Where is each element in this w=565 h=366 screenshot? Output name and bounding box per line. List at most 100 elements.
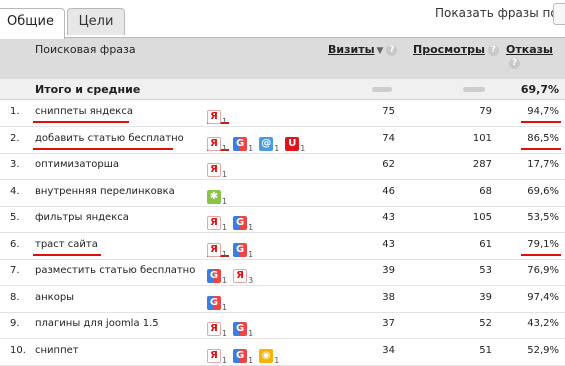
- table-row[interactable]: 5. фильтры яндекса Я 1 G 1 43 105 53,5%: [0, 206, 565, 233]
- bounce-rate-value: 79,1%: [527, 238, 559, 250]
- table-row[interactable]: 10. сниппет Я 1 G 1 ◉ 1 34 51 52,9%: [0, 339, 565, 366]
- table-row[interactable]: 8. анкоры G 1 38 39 97,4%: [0, 286, 565, 313]
- engine-count: 1: [222, 276, 228, 285]
- search-phrase[interactable]: траст сайта: [35, 239, 98, 250]
- google-icon[interactable]: G1: [233, 237, 253, 259]
- column-header-views[interactable]: Просмотры?: [413, 43, 499, 56]
- row-number: 1.: [10, 106, 20, 117]
- engine-count: 3: [248, 276, 254, 285]
- search-phrase[interactable]: сниппеты яндекса: [35, 106, 133, 117]
- tab-goals[interactable]: Цели: [67, 8, 125, 35]
- google-icon[interactable]: G1: [233, 131, 253, 153]
- rambler-glyph: @: [259, 136, 274, 151]
- views-value: 61: [479, 238, 492, 250]
- show-phrases-select[interactable]: [553, 3, 565, 25]
- table-row[interactable]: 2. добавить статью бесплатно Я 1 G 1 @1 U 1 74 101…: [0, 127, 565, 154]
- search-engine-icons: Я1 G1: [207, 210, 259, 232]
- engine-count: 1: [222, 329, 228, 338]
- search-phrase[interactable]: сниппет: [35, 345, 79, 356]
- column-header-bounces[interactable]: Отказы?: [506, 43, 565, 69]
- bounces-sort-link[interactable]: Отказы: [506, 43, 553, 56]
- table-row[interactable]: 9. плагины для joomla 1.5 Я 1 G 1 37 52 43,2%: [0, 312, 565, 339]
- yandex-glyph: Я: [207, 348, 221, 363]
- search-engine-icons: Я 1 G 1 @1 U 1: [207, 131, 311, 153]
- engine-count: 1: [300, 143, 306, 153]
- pin-icon[interactable]: ◉ 1: [259, 343, 279, 365]
- visits-value: 43: [382, 238, 395, 250]
- search-phrase[interactable]: фильтры яндекса: [35, 212, 129, 223]
- red-underline-annotation: [521, 253, 561, 256]
- engine-count: 1: [222, 143, 228, 153]
- bounce-rate-value: 94,7%: [527, 106, 559, 117]
- engine-count: 1: [222, 196, 228, 206]
- yandex-icon[interactable]: Я1: [207, 237, 227, 259]
- yandex-glyph: Я: [207, 110, 221, 124]
- tab-general[interactable]: Общие: [0, 8, 65, 39]
- google-icon[interactable]: G1: [233, 210, 253, 232]
- google-glyph: G: [233, 242, 248, 257]
- search-engine-icons: ✱ 1: [207, 184, 233, 206]
- table-row[interactable]: 4. внутренняя перелинковка ✱ 1 46 68 69,6%: [0, 180, 565, 207]
- yandex-icon[interactable]: Я1: [207, 210, 227, 232]
- engine-count: 1: [222, 170, 228, 179]
- search-phrase[interactable]: разместить статью бесплатно: [35, 265, 195, 276]
- views-sort-link[interactable]: Просмотры: [413, 43, 485, 56]
- column-header-visits[interactable]: Визиты ▼?: [328, 43, 398, 56]
- google-glyph: G: [207, 295, 221, 310]
- visits-sort-link[interactable]: Визиты: [328, 43, 375, 56]
- bounce-rate-value: 43,2%: [527, 318, 559, 329]
- totals-row: Итого и средние 69,7%: [0, 79, 565, 100]
- totals-bounces: 69,7%: [520, 83, 559, 96]
- bounce-rate-value: 97,4%: [527, 291, 559, 303]
- help-icon[interactable]: ?: [487, 45, 499, 56]
- engine-count: 1: [222, 223, 228, 232]
- google-icon[interactable]: G1: [207, 263, 227, 285]
- bounce-rate-value: 76,9%: [527, 265, 559, 276]
- search-phrase[interactable]: плагины для joomla 1.5: [35, 318, 159, 329]
- rambler-icon[interactable]: @1: [259, 131, 279, 153]
- red-underline-annotation: [33, 147, 173, 150]
- red-underline-annotation: [521, 121, 561, 123]
- table-row[interactable]: 6. траст сайта Я 1 G 1 43 61 79,1%: [0, 233, 565, 260]
- bounce-rate-value: 86,5%: [527, 132, 559, 144]
- shield-icon[interactable]: U1: [285, 131, 305, 153]
- engine-count: 1: [248, 143, 254, 153]
- google-icon[interactable]: G1: [207, 290, 227, 312]
- engine-count: 1: [248, 329, 254, 338]
- google-icon[interactable]: G1: [233, 316, 253, 338]
- bounce-rate-value: 52,9%: [527, 344, 559, 356]
- yandex-icon[interactable]: Я1: [207, 157, 227, 179]
- search-phrase[interactable]: анкоры: [35, 292, 74, 303]
- table-row[interactable]: 1. сниппеты яндекса Я 1 75 79 94,7%: [0, 100, 565, 127]
- row-number: 6.: [10, 238, 20, 250]
- yandex-icon[interactable]: Я3: [233, 263, 253, 285]
- help-icon[interactable]: ?: [386, 45, 398, 56]
- bounce-rate-value: 17,7%: [527, 159, 559, 170]
- views-value: 53: [479, 265, 492, 276]
- views-value: 52: [479, 318, 492, 329]
- yandex-icon[interactable]: Я1: [207, 131, 227, 153]
- google-icon[interactable]: G1: [233, 343, 253, 365]
- search-phrase[interactable]: добавить статью бесплатно: [35, 133, 184, 144]
- obscured-views-total: [463, 87, 485, 92]
- engine-count: 1: [222, 117, 228, 126]
- sort-desc-icon: ▼: [376, 46, 384, 56]
- yandex-icon[interactable]: Я1: [207, 316, 227, 338]
- views-value: 105: [472, 212, 492, 223]
- yandex-icon[interactable]: Я1: [207, 104, 227, 126]
- help-icon[interactable]: ?: [509, 58, 520, 69]
- yandex-icon[interactable]: Я1: [207, 343, 227, 365]
- search-phrase[interactable]: оптимизаторша: [35, 159, 119, 170]
- visits-value: 62: [382, 159, 395, 170]
- search-phrase[interactable]: внутренняя перелинковка: [35, 186, 175, 197]
- visits-value: 75: [382, 106, 395, 117]
- views-value: 101: [472, 132, 492, 144]
- views-value: 51: [479, 344, 492, 356]
- bug-glyph: ✱: [207, 189, 221, 204]
- column-header-phrase: Поисковая фраза: [35, 43, 136, 56]
- bug-icon[interactable]: ✱ 1: [207, 184, 227, 206]
- table-row[interactable]: 3. оптимизаторша Я 1 62 287 17,7%: [0, 153, 565, 180]
- tab-bar: Общие Цели Показать фразы по: [0, 0, 565, 39]
- table-row[interactable]: 7. разместить статью бесплатно G 1 Я 3 39 53 76,…: [0, 259, 565, 286]
- engine-count: 1: [248, 355, 254, 365]
